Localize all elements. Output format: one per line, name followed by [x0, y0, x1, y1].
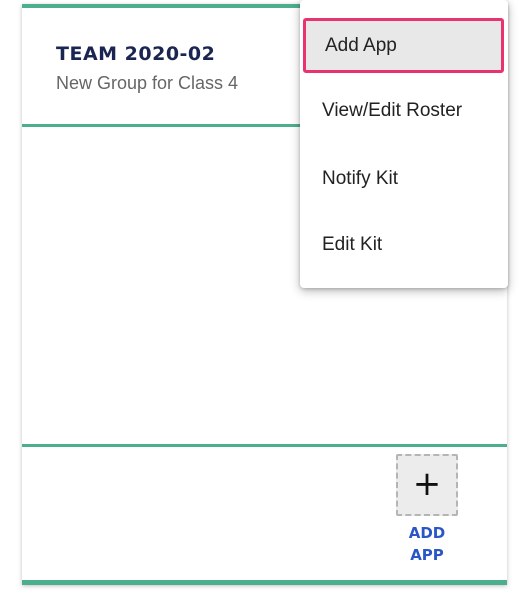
context-menu: Add App View/Edit Roster Notify Kit Edit…	[300, 0, 508, 288]
add-app-button[interactable]: +	[396, 454, 458, 516]
plus-icon: +	[412, 464, 442, 504]
menu-item-add-app[interactable]: Add App	[303, 18, 504, 73]
team-title: TEAM 2020-02	[56, 43, 216, 65]
menu-item-label: Edit Kit	[322, 234, 383, 255]
menu-item-label: Notify Kit	[322, 168, 399, 189]
menu-item-label: Add App	[325, 34, 397, 56]
team-subtitle: New Group for Class 4	[56, 73, 239, 93]
menu-item-label: View/Edit Roster	[322, 100, 463, 121]
add-app-label[interactable]: ADD APP	[396, 522, 458, 566]
menu-item-notify-kit[interactable]: Notify Kit	[300, 153, 508, 205]
menu-item-edit-kit[interactable]: Edit Kit	[300, 219, 508, 271]
menu-item-view-edit-roster[interactable]: View/Edit Roster	[300, 85, 508, 137]
